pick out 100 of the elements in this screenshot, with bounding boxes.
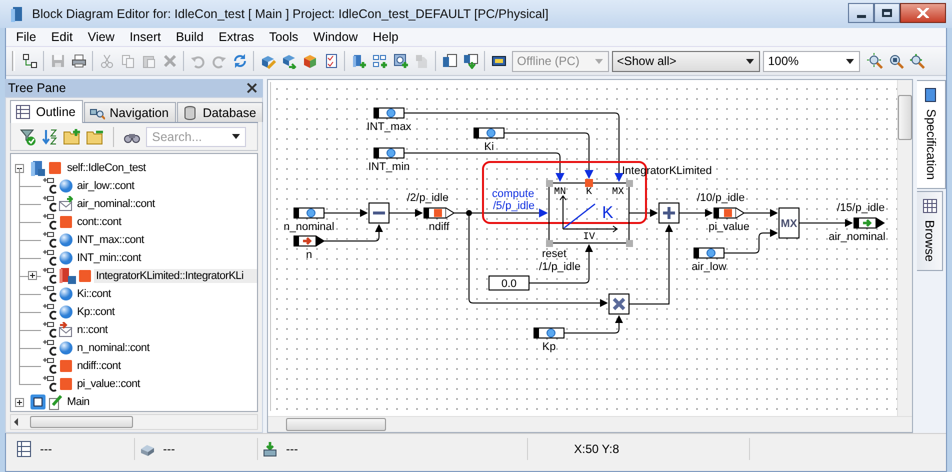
rate-label: /15/p_idle — [837, 202, 885, 214]
tree-item[interactable]: Ki::cont — [75, 287, 257, 302]
parameter-icon — [59, 232, 73, 248]
side-tab[interactable]: Browse — [917, 191, 943, 272]
tab[interactable]: Database — [176, 102, 264, 122]
member-icon — [42, 357, 58, 376]
tree-item[interactable]: air_nominal::cont — [75, 197, 257, 212]
tree-item[interactable]: cont::cont — [75, 215, 257, 230]
rate-label: /5/p_idle — [493, 200, 535, 212]
menu-item[interactable]: Tools — [262, 30, 304, 44]
delete-icon — [162, 53, 178, 70]
sort-icon — [42, 128, 58, 146]
download-icon — [262, 440, 278, 457]
minimize-button[interactable] — [848, 3, 874, 24]
junction-dot — [466, 210, 472, 216]
member-icon — [42, 231, 58, 250]
maximize-button[interactable] — [874, 3, 900, 24]
filter-check-icon — [19, 128, 37, 146]
port-label: ndiff — [428, 221, 450, 234]
tree-item[interactable]: air_low::cont — [75, 179, 257, 194]
rate-label: /1/p_idle — [539, 261, 581, 274]
cut-icon — [98, 53, 114, 70]
parameter-port — [694, 248, 724, 259]
menu-item[interactable]: Edit — [44, 30, 79, 44]
input-label: reset — [542, 248, 566, 260]
tree-item[interactable]: pi_value::cont — [75, 377, 257, 392]
outline-icon — [15, 104, 31, 120]
variable-port — [714, 208, 745, 219]
tree-item[interactable]: n_nominal::cont — [75, 341, 257, 356]
tree-item[interactable]: Main — [65, 395, 257, 410]
scrollbar-thumb[interactable] — [286, 418, 386, 432]
tab[interactable]: Navigation — [84, 102, 176, 122]
variable-icon — [59, 376, 73, 392]
member-icon — [42, 249, 58, 268]
port-label: Kp — [542, 341, 556, 354]
expander[interactable] — [15, 164, 24, 173]
grid-plus-icon — [372, 53, 388, 70]
menu-item[interactable]: Build — [168, 30, 210, 44]
parameter-icon — [59, 286, 73, 302]
status-text: --- — [40, 442, 52, 456]
tree-item[interactable]: INT_min::cont — [75, 251, 257, 266]
tab[interactable]: Outline — [10, 100, 83, 124]
tree-item[interactable]: ndiff::cont — [75, 359, 257, 374]
menu-item[interactable]: File — [9, 30, 42, 44]
wire — [744, 209, 778, 218]
folder-plus-icon — [63, 128, 81, 146]
scrollbar-thumb[interactable] — [898, 95, 912, 140]
menu-item[interactable]: Extras — [212, 30, 260, 44]
pin-marker — [585, 179, 593, 188]
menu-item[interactable]: View — [80, 30, 121, 44]
parameter-port — [294, 208, 324, 219]
zoom-icon — [888, 53, 904, 70]
variable-icon — [59, 214, 73, 230]
window-title: Block Diagram Editor for: IdleCon_test [ Main ] Project: IdleCon_test_DEFAULT [PC/Physical] — [32, 7, 550, 22]
cube-arrow-icon — [280, 53, 296, 70]
tree-item[interactable]: IntegratorKLimited::IntegratorKLi — [94, 269, 257, 284]
box-icon — [302, 53, 318, 70]
member-icon — [42, 213, 58, 232]
port-label: n — [306, 249, 312, 262]
block-icon — [59, 267, 77, 286]
menu-item[interactable]: Help — [366, 30, 404, 44]
expander[interactable] — [15, 398, 24, 407]
zoom-fit-icon — [866, 53, 882, 70]
expander[interactable] — [28, 271, 37, 280]
close-button[interactable] — [247, 83, 257, 94]
status-text: --- — [286, 442, 298, 456]
subtract-block — [368, 202, 390, 224]
zoom-in-icon — [908, 53, 924, 70]
wire — [564, 315, 623, 334]
tree-item[interactable]: Kp::cont — [75, 305, 257, 320]
add-block — [658, 202, 680, 224]
parameter-port — [534, 328, 564, 339]
rate-label: /10/p_idle — [697, 192, 745, 204]
member-icon — [42, 339, 58, 358]
database-icon — [182, 104, 198, 121]
parameter-icon — [59, 250, 73, 266]
member-icon — [42, 285, 58, 304]
tree-item[interactable]: self::IdleCon_test — [65, 161, 257, 176]
status-text: X:50 Y:8 — [574, 442, 620, 456]
zoom-dropdown[interactable]: 100% — [763, 50, 860, 72]
port-label: pi_value — [708, 221, 750, 234]
app-icon — [10, 5, 24, 24]
scrollbar-thumb[interactable] — [30, 416, 133, 428]
side-tab[interactable]: Specification — [917, 80, 946, 190]
variable-icon — [78, 268, 92, 284]
close-button[interactable] — [900, 3, 946, 24]
port-label: n_nominal — [284, 221, 334, 234]
menu-item[interactable]: Insert — [122, 30, 167, 44]
multiply-block — [608, 294, 630, 315]
tree-item[interactable]: INT_max::cont — [75, 233, 257, 248]
pin-label: IV — [583, 232, 595, 244]
book-icon — [30, 160, 46, 176]
message-port — [294, 236, 325, 247]
port-label: INT_max — [366, 121, 412, 134]
member-icon — [42, 303, 58, 322]
tree-item[interactable]: n::cont — [75, 323, 257, 338]
member-icon — [42, 375, 58, 394]
save-icon — [50, 53, 66, 70]
filter-dropdown[interactable]: <Show all> — [612, 50, 760, 72]
menu-item[interactable]: Window — [306, 30, 364, 44]
